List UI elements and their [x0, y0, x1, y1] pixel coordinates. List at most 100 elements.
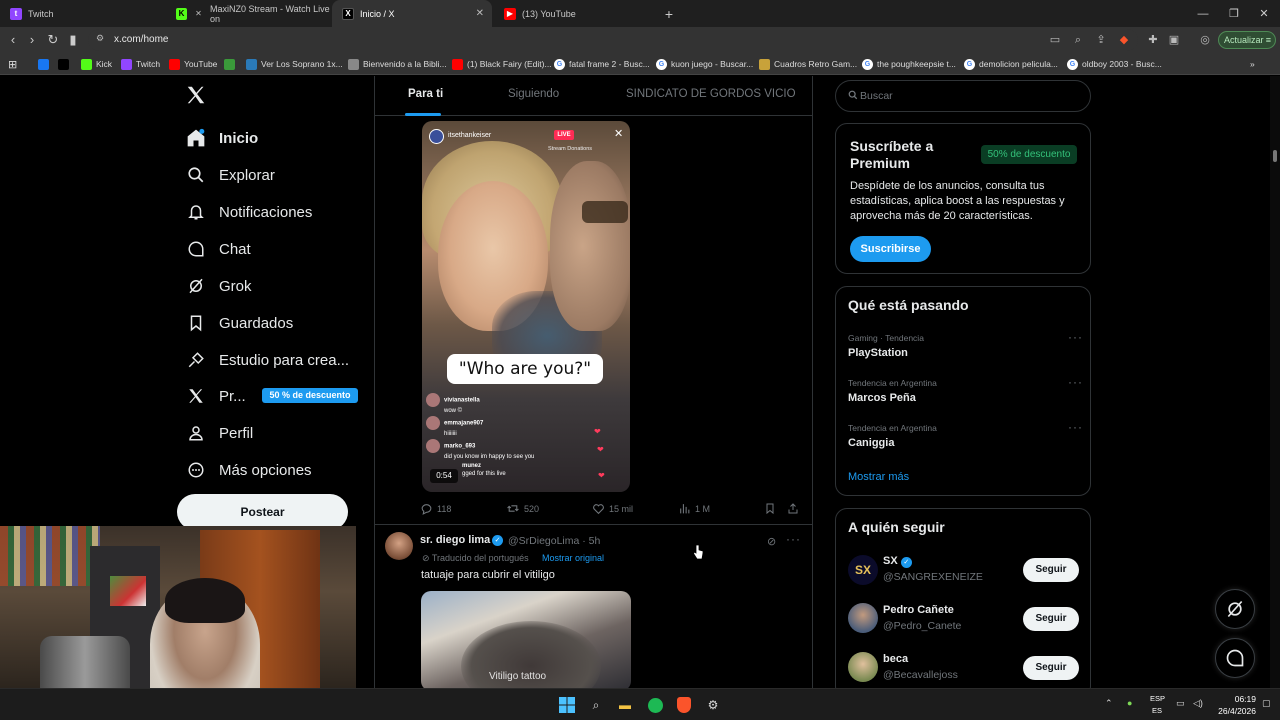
- page-scrollbar[interactable]: [1270, 76, 1280, 688]
- nav-profile[interactable]: Perfil: [185, 418, 253, 448]
- bookmark-item[interactable]: Gthe poughkeepsie t...: [862, 57, 956, 71]
- vpn-icon[interactable]: ◎: [1198, 33, 1212, 47]
- bookmark-item[interactable]: Kick: [81, 57, 112, 71]
- settings-icon[interactable]: ⚙: [703, 695, 723, 715]
- bookmark-page-icon[interactable]: ▮: [65, 32, 81, 48]
- tweet-video[interactable]: itsethankeiser LIVE ✕ Stream Donations "…: [422, 121, 630, 492]
- avatar[interactable]: [385, 532, 413, 560]
- tab-twitch[interactable]: t Twitch: [0, 0, 165, 27]
- restore-button[interactable]: ❐: [1218, 0, 1250, 27]
- tab-x-home[interactable]: X Inicio / X ✕: [332, 0, 492, 27]
- show-original-link[interactable]: Mostrar original: [542, 553, 604, 563]
- tab-following[interactable]: Siguiendo: [508, 88, 559, 100]
- nav-home[interactable]: Inicio: [185, 123, 258, 153]
- cast-icon[interactable]: ▭: [1048, 33, 1062, 47]
- minimize-button[interactable]: —: [1187, 0, 1219, 27]
- bookmark-item[interactable]: (1) Black Fairy (Edit)...: [452, 57, 552, 71]
- like-button[interactable]: 15 mil: [592, 502, 633, 515]
- tab-for-you[interactable]: Para ti: [408, 88, 443, 100]
- reload-icon[interactable]: ↻: [45, 32, 61, 48]
- file-explorer-icon[interactable]: ▬: [615, 695, 635, 715]
- repost-button[interactable]: 520: [506, 502, 539, 515]
- avatar[interactable]: SX: [848, 555, 878, 585]
- more-options-icon[interactable]: ···: [1068, 420, 1083, 434]
- forward-icon[interactable]: ›: [24, 32, 40, 48]
- bookmark-item[interactable]: [58, 57, 73, 71]
- premium-discount-badge[interactable]: 50 % de descuento: [262, 388, 358, 403]
- more-bookmarks-icon[interactable]: »: [1250, 57, 1255, 71]
- address-bar[interactable]: ⚙ x.com/home: [88, 29, 1138, 51]
- tweet-author-handle[interactable]: @SrDiegoLima · 5h: [508, 535, 600, 547]
- close-tab-icon[interactable]: ✕: [476, 8, 484, 19]
- follow-button[interactable]: Seguir: [1023, 558, 1079, 582]
- clock-date[interactable]: 26/4/2026: [1210, 706, 1256, 716]
- close-window-button[interactable]: ✕: [1248, 0, 1280, 27]
- bookmark-item[interactable]: [38, 57, 53, 71]
- more-options-icon[interactable]: ···: [786, 532, 801, 546]
- views-button[interactable]: 1 M: [678, 502, 710, 515]
- bookmark-item[interactable]: YouTube: [169, 57, 217, 71]
- start-icon[interactable]: [557, 695, 577, 715]
- bookmark-item[interactable]: Goldboy 2003 - Busc...: [1067, 57, 1162, 71]
- extensions-icon[interactable]: ✚: [1146, 33, 1160, 47]
- update-button[interactable]: Actualizar ≡: [1218, 31, 1276, 49]
- site-info-icon[interactable]: ⚙: [96, 33, 104, 44]
- brave-shield-icon[interactable]: ◆: [1117, 33, 1131, 47]
- show-more-link[interactable]: Mostrar más: [848, 471, 909, 483]
- follow-button[interactable]: Seguir: [1023, 656, 1079, 680]
- nav-chat[interactable]: Chat: [185, 234, 251, 264]
- zoom-icon[interactable]: ⌕: [1071, 33, 1085, 47]
- bookmark-button[interactable]: [764, 502, 780, 515]
- bookmark-item[interactable]: Bienvenido a la Bibli...: [348, 57, 447, 71]
- search-input[interactable]: Buscar: [835, 80, 1091, 112]
- network-icon[interactable]: ▭: [1176, 698, 1185, 709]
- subscribe-button[interactable]: Suscribirse: [850, 236, 931, 262]
- grok-fab-button[interactable]: [1215, 589, 1255, 629]
- keyboard-layout-indicator[interactable]: ES: [1152, 706, 1162, 715]
- bookmark-item[interactable]: Twitch: [121, 57, 160, 71]
- tab-list-sindicato[interactable]: SINDICATO DE GORDOS VICIO: [626, 88, 796, 100]
- tab-kick[interactable]: K ✕ MaxiNZ0 Stream - Watch Live on: [166, 0, 331, 27]
- more-options-icon[interactable]: ···: [1068, 375, 1083, 389]
- grok-icon[interactable]: ⊘: [767, 535, 776, 548]
- apps-icon[interactable]: ⊞: [8, 57, 17, 71]
- bookmark-item[interactable]: Gkuon juego - Buscar...: [656, 57, 753, 71]
- back-icon[interactable]: ‹: [5, 32, 21, 48]
- nav-creator-studio[interactable]: Estudio para crea...: [185, 345, 349, 375]
- tray-expand-icon[interactable]: ⌃: [1105, 698, 1113, 709]
- post-button[interactable]: Postear: [177, 494, 348, 530]
- chat-fab-button[interactable]: [1215, 638, 1255, 678]
- nav-notifications[interactable]: Notificaciones: [185, 197, 312, 227]
- nav-premium[interactable]: Pr...: [185, 381, 246, 411]
- volume-icon[interactable]: ◁): [1193, 698, 1203, 709]
- nav-grok[interactable]: Grok: [185, 271, 252, 301]
- spotify-icon[interactable]: [645, 695, 665, 715]
- share-button[interactable]: [787, 502, 803, 515]
- nav-more[interactable]: Más opciones: [185, 455, 312, 485]
- tab-youtube[interactable]: ▶ (13) YouTube: [494, 0, 659, 27]
- notifications-icon[interactable]: ▢: [1262, 698, 1271, 709]
- follow-button[interactable]: Seguir: [1023, 607, 1079, 631]
- more-options-icon[interactable]: ···: [1068, 330, 1083, 344]
- nav-bookmarks[interactable]: Guardados: [185, 308, 293, 338]
- follow-name[interactable]: SX ✓: [883, 555, 912, 568]
- bookmark-item[interactable]: Cuadros Retro Gam...: [759, 57, 857, 71]
- follow-name[interactable]: beca: [883, 653, 908, 665]
- bookmark-item[interactable]: Ver Los Soprano 1x...: [246, 57, 343, 71]
- scrollbar-thumb[interactable]: [1273, 150, 1277, 162]
- microphone-icon[interactable]: ●: [1127, 698, 1132, 708]
- tweet-media[interactable]: Vitiligo tattoo: [421, 591, 631, 688]
- clock-time[interactable]: 06:19: [1226, 694, 1256, 704]
- nav-explore[interactable]: Explorar: [185, 160, 275, 190]
- x-logo-icon[interactable]: [185, 84, 207, 106]
- bookmark-item[interactable]: [224, 57, 239, 71]
- sidebar-icon[interactable]: ▣: [1167, 33, 1181, 47]
- bookmark-item[interactable]: Gfatal frame 2 - Busc...: [554, 57, 650, 71]
- brave-icon[interactable]: [674, 695, 694, 715]
- bookmark-item[interactable]: Gdemolicion pelicula...: [964, 57, 1058, 71]
- new-tab-button[interactable]: +: [653, 0, 685, 27]
- tweet-author-name[interactable]: sr. diego lima: [420, 534, 490, 546]
- language-indicator[interactable]: ESP: [1150, 694, 1165, 703]
- avatar[interactable]: [848, 652, 878, 682]
- follow-name[interactable]: Pedro Cañete: [883, 604, 954, 616]
